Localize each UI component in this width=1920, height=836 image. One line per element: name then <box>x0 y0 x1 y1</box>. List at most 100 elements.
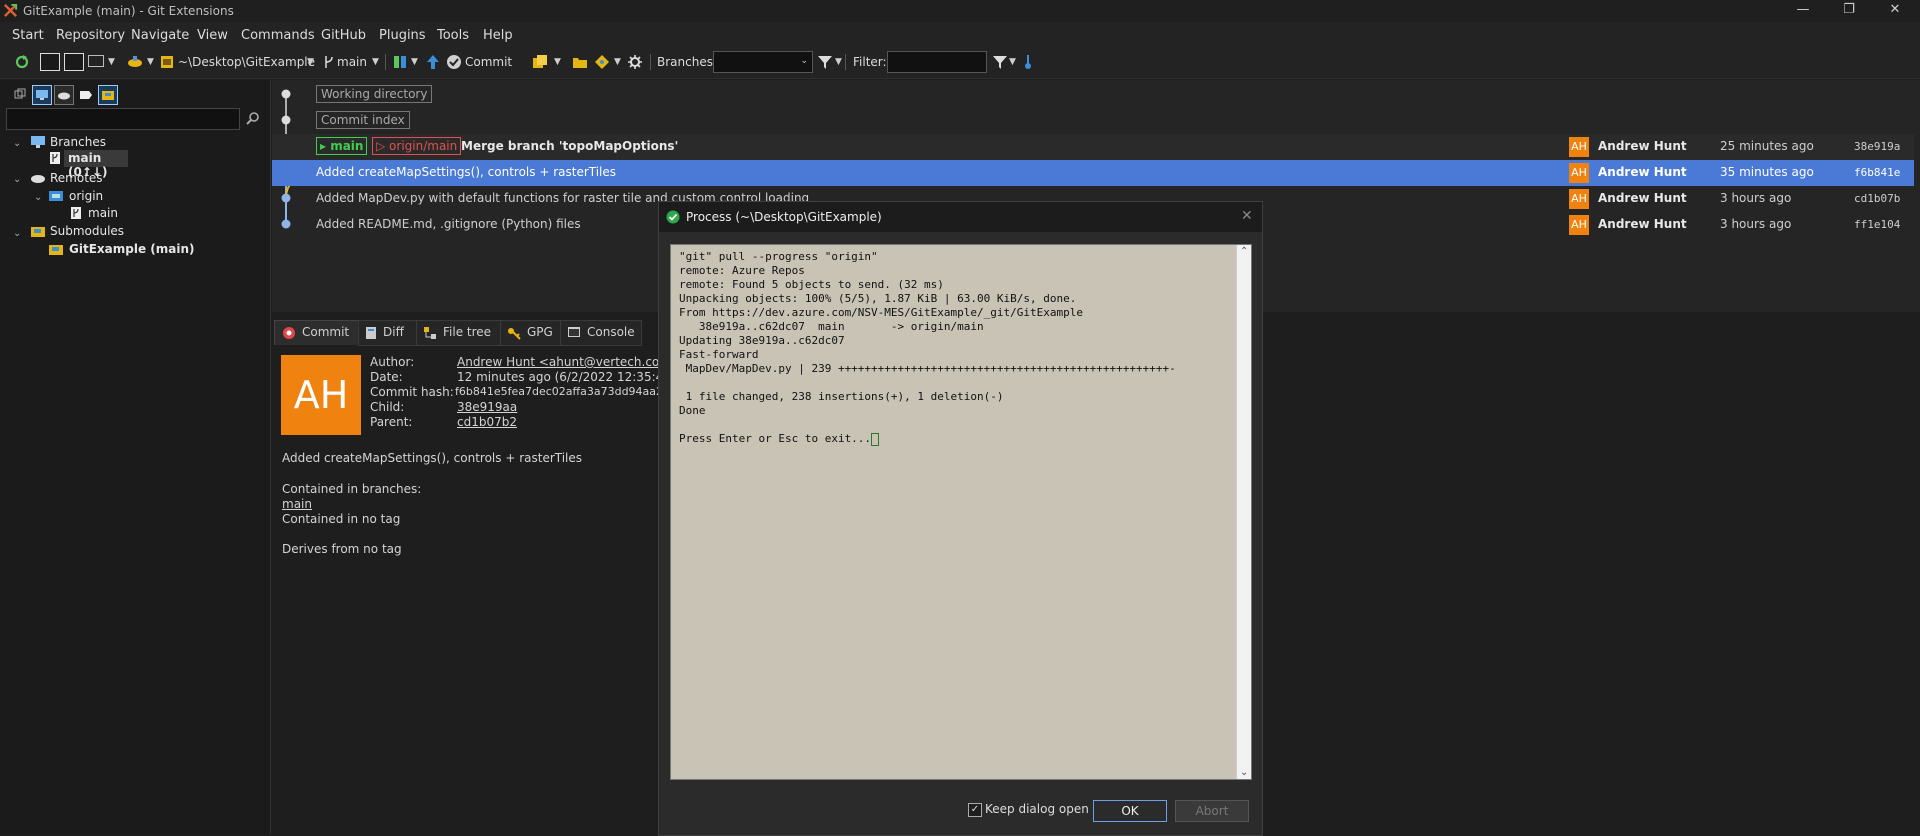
filter-icon[interactable] <box>992 54 1008 70</box>
ok-button[interactable]: OK <box>1093 800 1167 822</box>
tab-commit[interactable]: Commit <box>274 320 360 345</box>
file-explorer-icon[interactable] <box>532 54 548 70</box>
branches-combo[interactable]: ⌄ <box>713 51 813 73</box>
author-link[interactable]: Andrew Hunt <ahunt@vertech.com> <box>457 355 681 369</box>
chevron-down-icon[interactable]: ▼ <box>835 57 842 67</box>
commit-record-icon <box>283 327 295 339</box>
current-branch[interactable]: main <box>337 55 367 69</box>
expand-arrow-icon[interactable]: ⌄ <box>13 174 21 185</box>
tab-gpg[interactable]: GPG <box>500 320 562 346</box>
stash-icon[interactable] <box>127 54 143 70</box>
show-remotes-toggle[interactable] <box>54 85 74 105</box>
menu-view[interactable]: View <box>197 28 228 43</box>
dialog-footer: ✓ Keep dialog open OK Abort <box>659 792 1262 835</box>
dialog-close-button[interactable]: ✕ <box>1241 208 1253 224</box>
parent-link[interactable]: cd1b07b2 <box>457 415 517 429</box>
layout-3-icon[interactable] <box>88 55 104 67</box>
collapse-all-icon[interactable] <box>14 88 26 100</box>
expand-arrow-icon[interactable]: ⌄ <box>13 228 21 239</box>
close-window-button[interactable]: ✕ <box>1872 0 1918 22</box>
show-tags-toggle[interactable] <box>76 85 96 105</box>
parent-label: Parent: <box>370 415 413 429</box>
console-line: Unpacking objects: 100% (5/5), 1.87 KiB … <box>679 292 1077 305</box>
layout-1-icon[interactable] <box>40 53 60 71</box>
menu-repository[interactable]: Repository <box>56 28 125 43</box>
ref-badge-origin-main[interactable]: ▷ origin/main <box>372 137 462 155</box>
console-scrollbar[interactable]: ⌃ ⌄ <box>1236 245 1251 779</box>
scroll-down-icon[interactable]: ⌄ <box>1240 767 1248 778</box>
expand-arrow-icon[interactable]: ⌄ <box>13 138 21 149</box>
console-line: 38e919a..c62dc07 main -> origin/main <box>679 320 984 333</box>
process-dialog: Process (~\Desktop\GitExample) ✕ "git" p… <box>658 201 1263 836</box>
tree-branches[interactable]: Branches <box>50 135 106 149</box>
chevron-down-icon[interactable]: ▼ <box>1009 57 1016 67</box>
tree-local-branch[interactable]: main (0↑↓) <box>64 150 128 179</box>
keep-open-checkbox[interactable]: ✓ <box>968 803 982 817</box>
refresh-icon[interactable] <box>14 54 30 70</box>
settings-gear-icon[interactable] <box>627 54 643 70</box>
chevron-down-icon[interactable]: ▼ <box>147 57 154 67</box>
file-tree-icon <box>424 327 436 339</box>
working-directory-row[interactable]: Working directory <box>272 82 1914 108</box>
show-branches-toggle[interactable] <box>32 85 52 105</box>
contained-tag: Contained in no tag <box>282 512 401 526</box>
tab-console-label: Console <box>587 325 635 339</box>
search-icon[interactable] <box>246 111 260 125</box>
push-icon[interactable] <box>425 54 441 70</box>
commit-hash: f6b841e <box>1854 166 1901 179</box>
filter-input[interactable] <box>887 51 987 73</box>
table-row[interactable]: ▸ main ▷ origin/main Merge branch 'topoM… <box>272 134 1914 160</box>
tree-search-input[interactable] <box>6 108 240 130</box>
pull-icon[interactable] <box>392 54 408 70</box>
expand-arrow-icon[interactable]: ⌄ <box>34 192 42 203</box>
menu-start[interactable]: Start <box>12 28 44 43</box>
chevron-down-icon[interactable]: ▼ <box>554 57 561 67</box>
maximize-button[interactable]: ❐ <box>1826 0 1872 22</box>
chevron-down-icon[interactable]: ▼ <box>614 57 621 67</box>
tab-console[interactable]: Console <box>560 320 642 346</box>
first-parent-icon[interactable] <box>1020 54 1036 70</box>
date-label: Date: <box>370 370 403 384</box>
branch-filter-icon[interactable] <box>817 54 833 70</box>
folder-icon[interactable] <box>572 54 588 70</box>
tree-origin[interactable]: origin <box>69 189 103 203</box>
ref-badge-main[interactable]: ▸ main <box>316 137 368 155</box>
console-line: remote: Found 5 objects to send. (32 ms) <box>679 278 944 291</box>
commit-index-label: Commit index <box>316 111 410 129</box>
chevron-down-icon[interactable]: ▼ <box>372 57 379 67</box>
show-submodules-toggle[interactable] <box>98 85 118 105</box>
commit-index-row[interactable]: Commit index <box>272 108 1914 134</box>
layout-2-icon[interactable] <box>64 53 84 71</box>
console-output[interactable]: "git" pull --progress "origin" remote: A… <box>670 244 1252 780</box>
chevron-down-icon[interactable]: ▼ <box>307 57 314 67</box>
abort-button[interactable]: Abort <box>1175 800 1249 822</box>
chevron-down-icon[interactable]: ▼ <box>108 57 115 67</box>
scroll-up-icon[interactable]: ⌃ <box>1240 246 1248 257</box>
git-bash-icon[interactable] <box>594 54 610 70</box>
keep-open-label[interactable]: Keep dialog open <box>985 802 1089 816</box>
author-label: Author: <box>370 355 415 369</box>
tab-file-tree[interactable]: File tree <box>416 320 502 346</box>
dialog-title: Process (~\Desktop\GitExample) <box>686 210 882 224</box>
child-link[interactable]: 38e919aa <box>457 400 517 414</box>
repository-path[interactable]: ~\Desktop\GitExample <box>178 55 315 69</box>
menu-plugins[interactable]: Plugins <box>379 28 426 43</box>
menu-github[interactable]: GitHub <box>321 28 366 43</box>
repository-icon[interactable] <box>159 54 175 70</box>
commit-author: Andrew Hunt <box>1598 165 1687 179</box>
menu-help[interactable]: Help <box>483 28 513 43</box>
tree-remotes[interactable]: Remotes <box>50 171 103 185</box>
menu-navigate[interactable]: Navigate <box>131 28 189 43</box>
chevron-down-icon[interactable]: ▼ <box>411 57 418 67</box>
commit-button[interactable]: Commit <box>465 55 512 69</box>
table-row-selected[interactable]: Added createMapSettings(), controls + ra… <box>272 160 1914 186</box>
menu-tools[interactable]: Tools <box>437 28 469 43</box>
tree-submodule-item[interactable]: GitExample (main) <box>69 242 194 256</box>
tree-origin-main[interactable]: main <box>88 206 118 220</box>
contained-branch-link[interactable]: main <box>282 497 312 511</box>
menu-commands[interactable]: Commands <box>241 28 315 43</box>
console-icon <box>568 327 580 337</box>
tree-submodules[interactable]: Submodules <box>50 224 124 238</box>
minimize-button[interactable]: — <box>1780 0 1826 22</box>
tab-diff[interactable]: Diff <box>358 320 418 346</box>
